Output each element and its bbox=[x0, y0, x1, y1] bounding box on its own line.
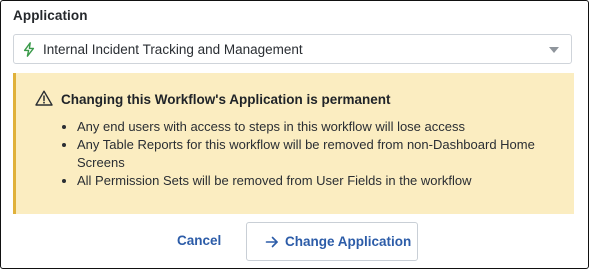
arrow-right-icon bbox=[265, 235, 279, 249]
permanent-change-warning: Changing this Workflow's Application is … bbox=[13, 73, 574, 214]
chevron-down-icon bbox=[549, 47, 559, 53]
warning-list-item: Any Table Reports for this workflow will… bbox=[77, 136, 557, 172]
warning-list-item: Any end users with access to steps in th… bbox=[77, 118, 557, 136]
application-select[interactable]: Internal Incident Tracking and Managemen… bbox=[13, 34, 572, 64]
cancel-button[interactable]: Cancel bbox=[177, 233, 221, 248]
change-application-label: Change Application bbox=[285, 234, 412, 249]
application-select-value: Internal Incident Tracking and Managemen… bbox=[43, 42, 303, 57]
application-field-label: Application bbox=[13, 8, 88, 23]
change-application-button[interactable]: Change Application bbox=[246, 222, 418, 261]
change-application-dialog: Application Internal Incident Tracking a… bbox=[0, 0, 589, 269]
lightning-bolt-icon bbox=[23, 42, 35, 57]
warning-list: Any end users with access to steps in th… bbox=[61, 118, 557, 190]
warning-title: Changing this Workflow's Application is … bbox=[61, 92, 391, 107]
warning-triangle-icon bbox=[35, 90, 53, 106]
warning-list-item: All Permission Sets will be removed from… bbox=[77, 172, 557, 190]
